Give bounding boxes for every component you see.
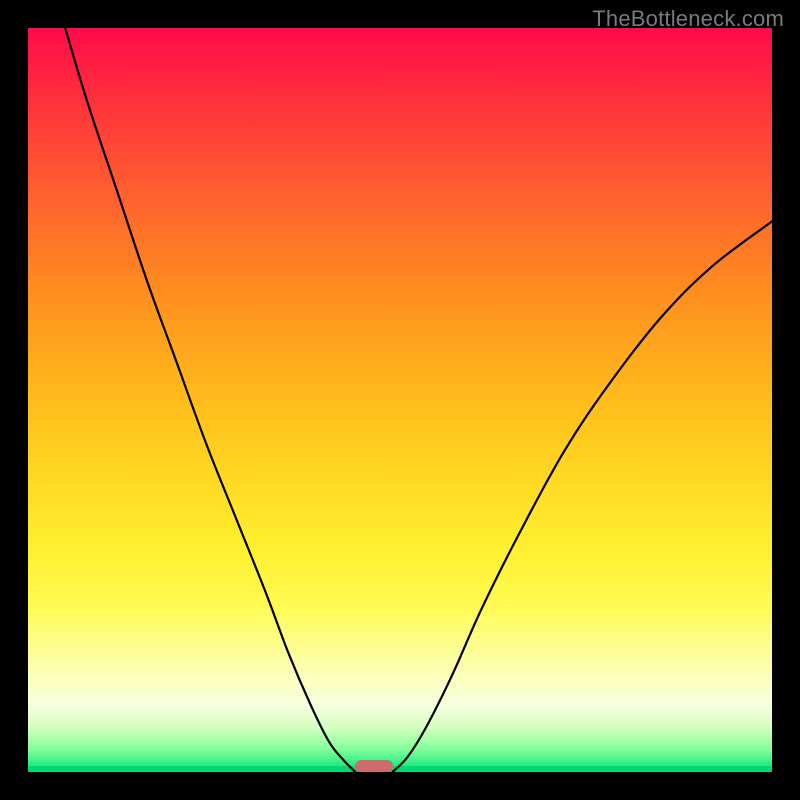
minimum-marker (355, 760, 392, 772)
curve-left-branch (65, 28, 355, 772)
bottleneck-curve (28, 28, 772, 772)
curve-right-branch (393, 221, 772, 772)
plot-area (28, 28, 772, 772)
